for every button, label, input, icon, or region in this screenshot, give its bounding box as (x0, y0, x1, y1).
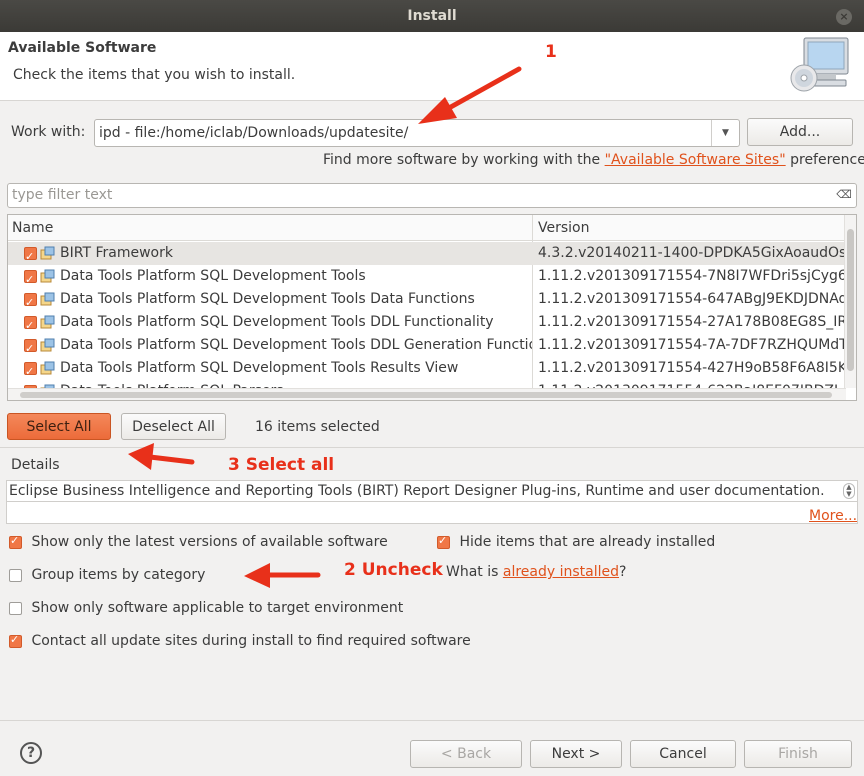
window-title: Install (0, 0, 864, 32)
work-with-value: ipd - file:/home/iclab/Downloads/updates… (99, 125, 409, 141)
row-name: Data Tools Platform SQL Development Tool… (60, 314, 494, 330)
table-header: Name Version (8, 215, 846, 241)
hide-installed-label: Hide items that are already installed (459, 534, 716, 550)
row-checkbox[interactable] (24, 268, 37, 288)
already-installed-link[interactable]: already installed (503, 564, 619, 580)
row-name-cell: BIRT Framework (8, 242, 532, 265)
option-target-environment[interactable]: Show only software applicable to target … (9, 600, 403, 616)
table-row[interactable]: Data Tools Platform SQL Development Tool… (8, 334, 846, 357)
find-more-prefix: Find more software by working with the (323, 152, 605, 168)
available-sites-link[interactable]: "Available Software Sites" (605, 152, 786, 168)
row-name-cell: Data Tools Platform SQL Development Tool… (8, 357, 532, 380)
row-version: 1.11.2.v201309171554-647ABgJ9EKDJDNAdHC (538, 291, 846, 307)
row-checkbox[interactable] (24, 360, 37, 380)
annotation-select-all: 3 Select all (228, 455, 335, 475)
software-table[interactable]: Name Version BIRT Framework 4.3.2.v201402… (7, 214, 857, 401)
row-version: 1.11.2.v201309171554-7N8I7WFDri5sjCyg6Q6… (538, 268, 846, 284)
monitor-cd-icon (790, 37, 849, 92)
close-icon[interactable]: × (836, 9, 852, 25)
row-name: Data Tools Platform SQL Development Tool… (60, 337, 532, 353)
horizontal-scrollbar[interactable] (8, 388, 846, 400)
row-name-cell: Data Tools Platform SQL Development Tool… (8, 311, 532, 334)
target-environment-label: Show only software applicable to target … (31, 600, 404, 616)
option-latest-versions[interactable]: Show only the latest versions of availab… (9, 534, 388, 550)
details-area (6, 502, 858, 524)
row-checkbox[interactable] (24, 337, 37, 357)
row-name: Data Tools Platform SQL Development Tool… (60, 360, 459, 376)
page-subtitle: Check the items that you wish to install… (13, 67, 296, 83)
what-is-prefix: What is (446, 564, 503, 580)
table-row[interactable]: Data Tools Platform SQL Development Tool… (8, 265, 846, 288)
row-version: 1.11.2.v201309171554-7A-7DF7RZHQUMdThK5 (538, 337, 846, 353)
column-version[interactable]: Version (534, 215, 846, 241)
table-row[interactable]: Data Tools Platform SQL Development Tool… (8, 357, 846, 380)
find-more-text: Find more software by working with the "… (323, 152, 864, 168)
add-site-button[interactable]: Add... (747, 118, 853, 146)
vertical-scrollbar[interactable] (844, 215, 856, 388)
cancel-button[interactable]: Cancel (630, 740, 736, 768)
row-checkbox[interactable] (24, 314, 37, 334)
more-link[interactable]: More... (809, 508, 857, 524)
table-row[interactable]: Data Tools Platform SQL Development Tool… (8, 311, 846, 334)
row-name: Data Tools Platform SQL Development Tool… (60, 268, 366, 284)
row-name-cell: Data Tools Platform SQL Development Tool… (8, 334, 532, 357)
page-title: Available Software (8, 40, 157, 56)
select-all-button[interactable]: Select All (7, 413, 111, 440)
row-name-cell: Data Tools Platform SQL Development Tool… (8, 265, 532, 288)
work-with-combo[interactable]: ipd - file:/home/iclab/Downloads/updates… (94, 119, 740, 147)
filter-input[interactable]: type filter text ⌫ (7, 183, 857, 208)
latest-versions-checkbox[interactable] (9, 534, 22, 549)
find-more-suffix: preferences. (790, 152, 864, 168)
group-by-category-label: Group items by category (31, 567, 206, 583)
deselect-all-button[interactable]: Deselect All (121, 413, 226, 440)
feature-package-icon (40, 246, 55, 260)
back-button[interactable]: < Back (410, 740, 522, 768)
feature-package-icon (40, 269, 55, 283)
row-checkbox[interactable] (24, 291, 37, 311)
row-version: 4.3.2.v20140211-1400-DPDKA5GixAoaudOsMil (538, 245, 846, 261)
row-version: 1.11.2.v201309171554-427H9oB58F6A8I5KGJ (538, 360, 846, 376)
selection-count: 16 items selected (255, 419, 380, 435)
option-contact-sites[interactable]: Contact all update sites during install … (9, 633, 471, 649)
chevron-down-icon[interactable]: ▼ (711, 120, 739, 146)
option-hide-installed[interactable]: Hide items that are already installed (437, 534, 715, 550)
work-with-label: Work with: (11, 124, 86, 140)
target-environment-checkbox[interactable] (9, 601, 22, 615)
row-name-cell: Data Tools Platform SQL Development Tool… (8, 288, 532, 311)
contact-sites-checkbox[interactable] (9, 633, 22, 648)
finish-button[interactable]: Finish (744, 740, 852, 768)
table-row[interactable]: Data Tools Platform SQL Development Tool… (8, 288, 846, 311)
feature-package-icon (40, 292, 55, 306)
feature-package-icon (40, 338, 55, 352)
feature-package-icon (40, 361, 55, 375)
filter-placeholder: type filter text (12, 187, 113, 203)
option-group-by-category[interactable]: Group items by category (9, 567, 205, 583)
what-is-suffix: ? (619, 564, 627, 580)
annotation-uncheck: 2 Uncheck (344, 560, 443, 580)
divider (0, 720, 864, 721)
help-icon[interactable]: ? (20, 742, 42, 764)
what-is-installed: What is already installed? (446, 564, 626, 580)
row-name: BIRT Framework (60, 245, 173, 261)
details-text: Eclipse Business Intelligence and Report… (6, 480, 858, 502)
column-name[interactable]: Name (8, 215, 532, 241)
feature-package-icon (40, 315, 55, 329)
contact-sites-label: Contact all update sites during install … (31, 633, 471, 649)
latest-versions-label: Show only the latest versions of availab… (31, 534, 388, 550)
row-checkbox[interactable] (24, 245, 37, 265)
next-button[interactable]: Next > (530, 740, 622, 768)
annotation-1: 1 (545, 42, 557, 62)
hide-installed-checkbox[interactable] (437, 534, 450, 549)
row-name: Data Tools Platform SQL Development Tool… (60, 291, 475, 307)
table-row[interactable]: BIRT Framework 4.3.2.v20140211-1400-DPDKA… (8, 242, 846, 265)
details-scroll-icon[interactable]: ▲ ▼ (843, 483, 855, 499)
scroll-thumb[interactable] (847, 229, 854, 371)
row-version: 1.11.2.v201309171554-27A178B08EG8S_IRVNe (538, 314, 846, 330)
details-label: Details (11, 457, 60, 473)
clear-filter-icon[interactable]: ⌫ (836, 189, 852, 201)
scroll-thumb[interactable] (20, 392, 832, 398)
divider (0, 447, 864, 448)
group-by-category-checkbox[interactable] (9, 568, 22, 582)
